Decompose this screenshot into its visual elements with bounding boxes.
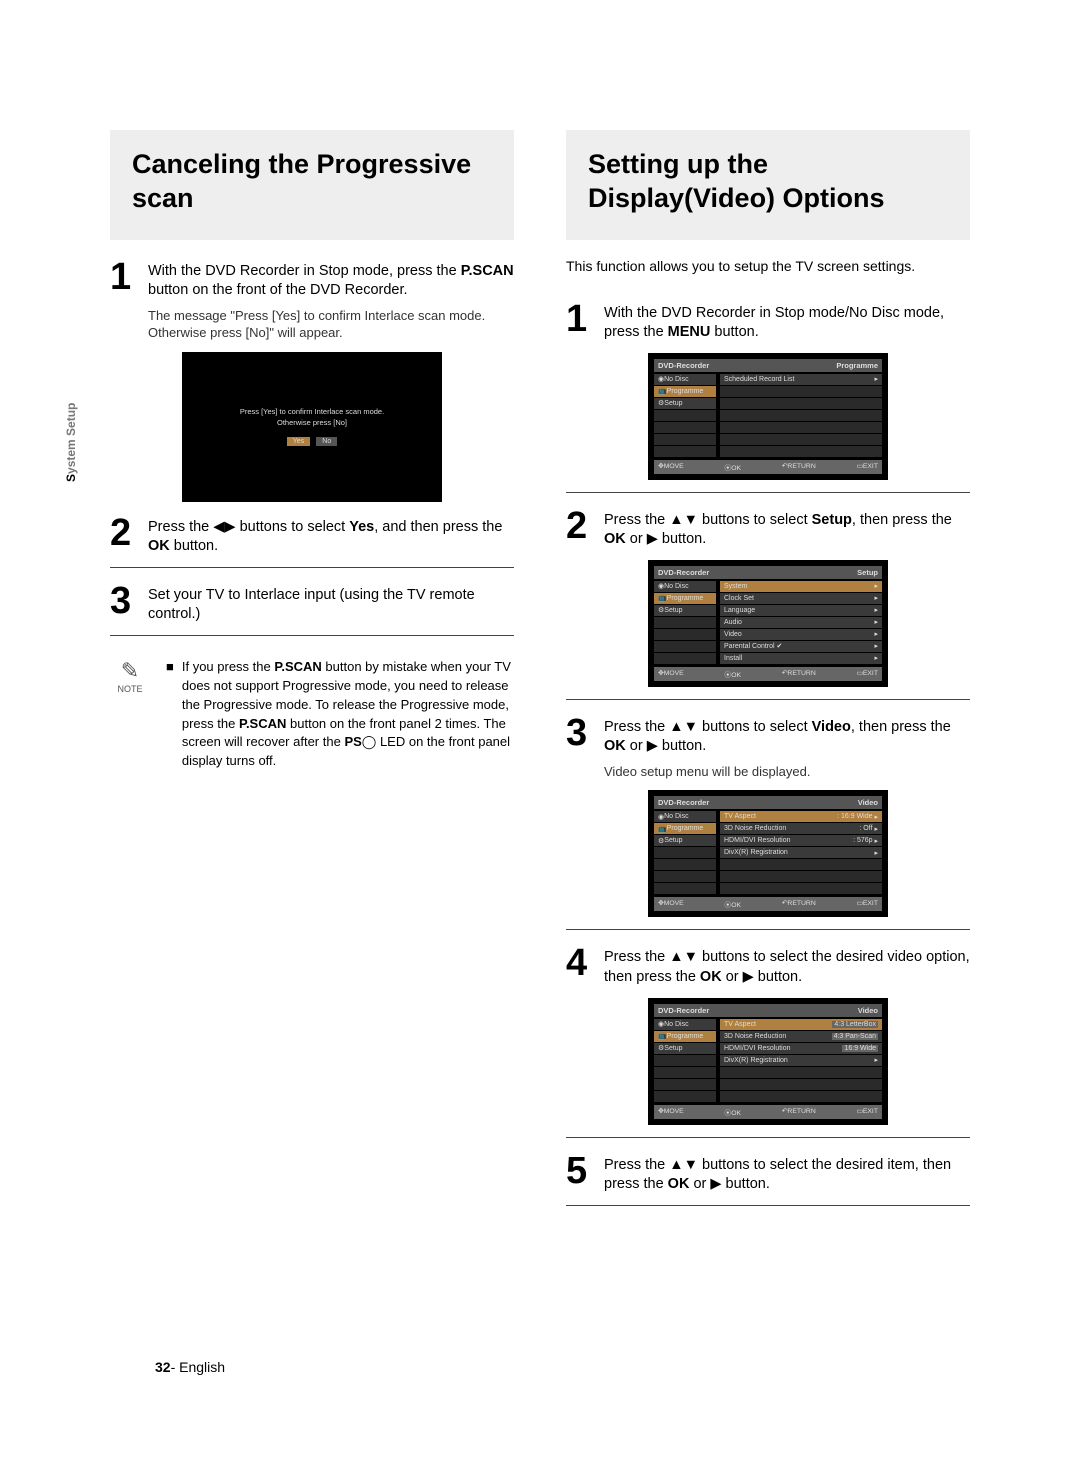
left-step-1: 1 With the DVD Recorder in Stop mode, pr… [110, 258, 514, 342]
right-step-4: 4 Press the ▲▼ buttons to select the des… [566, 944, 970, 987]
left-column: Canceling the Progressive scan 1 With th… [110, 130, 514, 1220]
left-step-2: 2 Press the ◀▶ buttons to select Yes, an… [110, 514, 514, 557]
menu-setup[interactable]: ⚙ Setup [654, 398, 716, 409]
section-title-video-options: Setting up the Display(Video) Options [566, 130, 970, 240]
section-title-cancel-pscan: Canceling the Progressive scan [110, 130, 514, 240]
right-step-1: 1 With the DVD Recorder in Stop mode/No … [566, 300, 970, 343]
menu-screenshot-3: DVD-RecorderVideo ◉ No Disc 📺 Programme … [648, 790, 888, 917]
menu-programme[interactable]: 📺 Programme [654, 386, 716, 397]
note-block: ✎ NOTE ■If you press the P.SCAN button b… [110, 658, 514, 771]
no-button[interactable]: No [316, 437, 337, 446]
page-footer: 32- English [155, 1359, 225, 1375]
interlace-confirm-dialog: Press [Yes] to confirm Interlace scan mo… [182, 352, 442, 502]
menu-screenshot-1: DVD-RecorderProgramme ◉ No Disc 📺 Progra… [648, 353, 888, 480]
note-icon: ✎ [110, 658, 150, 684]
right-step-2: 2 Press the ▲▼ buttons to select Setup, … [566, 507, 970, 550]
menu-screenshot-4: DVD-RecorderVideo ◉ No Disc 📺 Programme … [648, 998, 888, 1125]
intro-text: This function allows you to setup the TV… [566, 258, 970, 274]
bullet-icon: ■ [166, 658, 174, 771]
right-step-5: 5 Press the ▲▼ buttons to select the des… [566, 1152, 970, 1195]
left-step-3: 3 Set your TV to Interlace input (using … [110, 582, 514, 625]
menu-screenshot-2: DVD-RecorderSetup ◉ No Disc 📺 Programme … [648, 560, 888, 687]
yes-button[interactable]: Yes [287, 437, 310, 446]
right-step-3: 3 Press the ▲▼ buttons to select Video, … [566, 714, 970, 781]
sidebar-section-label: System Setup [64, 403, 78, 482]
right-column: Setting up the Display(Video) Options Th… [566, 130, 970, 1220]
step-text: With the DVD Recorder in Stop mode, pres… [148, 263, 514, 299]
